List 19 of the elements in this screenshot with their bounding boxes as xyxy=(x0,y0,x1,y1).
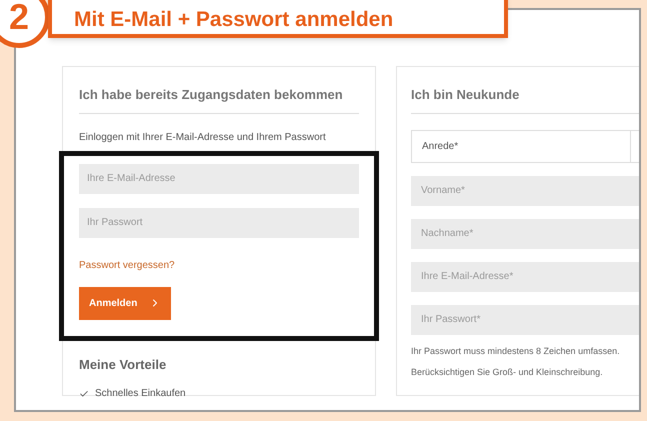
callout-banner: Mit E-Mail + Passwort anmelden xyxy=(48,0,508,38)
input-field[interactable]: Ihr Passwort xyxy=(79,208,359,238)
input-field[interactable]: Ihre E-Mail-Adresse xyxy=(79,164,359,194)
login-intro: Einloggen mit Ihrer E-Mail-Adresse und Ihrem Passwort xyxy=(79,130,327,144)
login-button[interactable]: Anmelden xyxy=(79,286,172,320)
input-field[interactable]: Nachname* xyxy=(411,218,639,248)
benefit-item: Schnelles Einkaufen xyxy=(95,387,186,401)
forgot-password-link[interactable]: Passwort vergessen? xyxy=(79,258,175,272)
input-field[interactable]: Vorname* xyxy=(411,176,639,206)
salutation-select[interactable]: Anrede* xyxy=(411,130,639,162)
benefits-heading: Meine Vorteile xyxy=(79,356,168,374)
card-heading: Ich habe bereits Zugangsdaten bekommen xyxy=(79,85,359,114)
check-icon xyxy=(79,388,89,398)
step-number-badge: 2 xyxy=(0,0,50,48)
password-hint: Berücksichtigen Sie Groß- und Kleinschreibung. xyxy=(411,366,604,379)
input-field[interactable]: Ihr Passwort* xyxy=(411,304,639,334)
card-heading: Ich bin Neukunde xyxy=(411,85,639,114)
password-hint: Ihr Passwort muss mindestens 8 Zeichen umfassen. xyxy=(411,344,621,358)
input-field[interactable]: Ihre E-Mail-Adresse* xyxy=(411,262,639,292)
